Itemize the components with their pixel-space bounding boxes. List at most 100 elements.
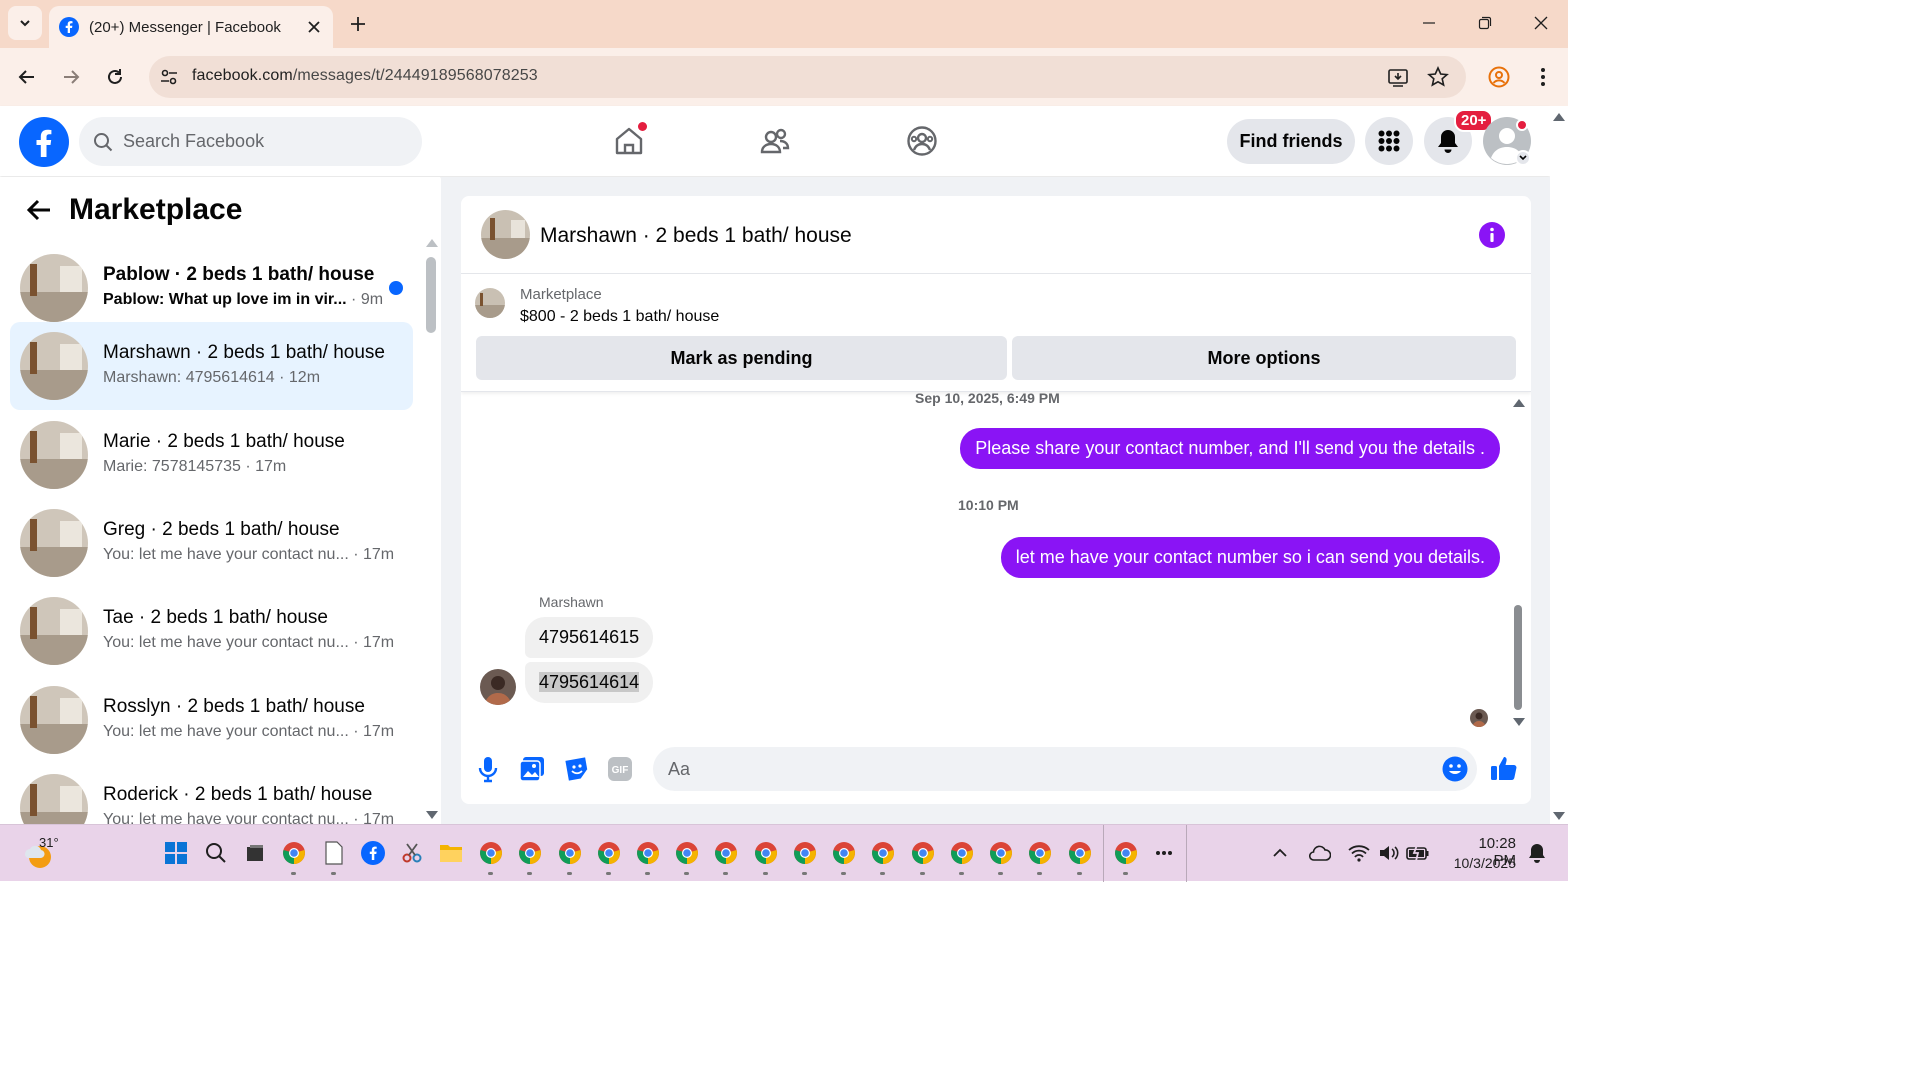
messages-scrollbar[interactable] <box>1514 605 1522 710</box>
weather-widget[interactable]: 31° <box>22 835 82 873</box>
emoji-icon[interactable] <box>1442 756 1468 782</box>
nav-groups[interactable] <box>893 118 951 164</box>
volume-button[interactable] <box>1375 839 1403 867</box>
notifications-button[interactable]: 20+ <box>1424 109 1494 165</box>
taskbar-file-app-button[interactable] <box>320 839 348 875</box>
listing-price-title[interactable]: $800 - 2 beds 1 bath/ house <box>520 308 719 326</box>
mark-as-pending-button[interactable]: Mark as pending <box>476 336 1007 380</box>
sidebar-scroll-up-arrow[interactable] <box>426 239 438 247</box>
forward-button[interactable] <box>56 62 86 92</box>
close-window-button[interactable] <box>1526 8 1556 38</box>
sender-avatar[interactable] <box>480 669 516 705</box>
taskbar-chrome-window-button[interactable] <box>634 839 662 875</box>
microphone-icon[interactable] <box>478 755 498 783</box>
messages-scroll-down-arrow[interactable] <box>1513 718 1525 726</box>
facebook-logo-icon[interactable] <box>19 117 69 167</box>
taskbar-chrome-window-button[interactable] <box>516 839 544 875</box>
task-view-icon <box>247 845 263 861</box>
find-friends-button[interactable]: Find friends <box>1227 119 1355 164</box>
chrome-icon <box>675 841 699 865</box>
conversation-row[interactable]: Marshawn · 2 beds 1 bath/ house Marshawn:… <box>10 322 413 410</box>
taskbar-chrome-window-button[interactable] <box>791 839 819 875</box>
reload-button[interactable] <box>100 62 130 92</box>
menu-button[interactable] <box>1365 117 1413 165</box>
chat-title[interactable]: Marshawn · 2 beds 1 bath/ house <box>540 224 852 248</box>
task-view-button[interactable] <box>241 839 269 867</box>
listing-thumbnail[interactable] <box>475 288 505 318</box>
listing-avatar <box>20 774 88 824</box>
taskbar-snipping-tool-button[interactable] <box>398 839 426 867</box>
messages-scroll-up-arrow[interactable] <box>1513 399 1525 407</box>
message-input[interactable]: Aa <box>653 747 1477 791</box>
page-scrollbar[interactable] <box>1550 106 1568 824</box>
sidebar-scroll-down-arrow[interactable] <box>426 811 438 819</box>
taskbar-chrome-window-button[interactable] <box>595 839 623 875</box>
battery-button[interactable] <box>1404 839 1432 867</box>
conversation-row[interactable]: Roderick · 2 beds 1 bath/ house You: let … <box>10 764 413 824</box>
back-button[interactable] <box>12 62 42 92</box>
taskbar-chrome-window-button[interactable] <box>948 839 976 875</box>
browser-tab-messenger[interactable]: (20+) Messenger | Facebook <box>49 6 333 48</box>
taskbar-file-explorer-button[interactable] <box>437 839 465 867</box>
info-icon[interactable] <box>1479 222 1505 248</box>
like-thumbs-up-icon[interactable] <box>1490 754 1518 782</box>
profile-button[interactable] <box>1484 62 1514 92</box>
taskbar-chrome-app-button[interactable] <box>280 839 308 875</box>
taskbar-chrome-window-button[interactable] <box>712 839 740 875</box>
search-bar[interactable]: Search Facebook <box>79 117 422 166</box>
photo-icon[interactable] <box>519 756 545 782</box>
taskbar-chrome-window-button[interactable] <box>752 839 780 875</box>
onedrive-button[interactable] <box>1306 839 1334 867</box>
install-app-icon[interactable] <box>1387 66 1409 88</box>
bookmark-star-icon[interactable] <box>1427 66 1449 88</box>
sidebar-scrollbar[interactable] <box>426 257 436 333</box>
taskbar-chrome-window-button[interactable] <box>830 839 858 875</box>
taskbar-chrome-window-button[interactable] <box>909 839 937 875</box>
taskbar-more-button[interactable] <box>1150 839 1178 867</box>
taskbar-chrome-window-button[interactable] <box>556 839 584 875</box>
received-message-bubble[interactable]: 4795614614 <box>525 662 654 703</box>
chat-avatar[interactable] <box>481 210 530 259</box>
new-tab-button[interactable] <box>344 10 372 38</box>
taskbar-chrome-window-button[interactable] <box>1112 839 1140 875</box>
sent-message-bubble[interactable]: Please share your contact number, and I'… <box>960 428 1500 469</box>
page-scroll-up-arrow[interactable] <box>1553 113 1565 121</box>
restore-button[interactable] <box>1470 8 1500 38</box>
sent-message-bubble[interactable]: let me have your contact number so i can… <box>1000 537 1500 578</box>
nav-home[interactable] <box>600 118 658 164</box>
page-scroll-down-arrow[interactable] <box>1553 812 1565 820</box>
taskbar-chrome-window-button[interactable] <box>673 839 701 875</box>
tab-search-button[interactable] <box>8 6 42 40</box>
notification-center-button[interactable] <box>1523 839 1551 867</box>
clock-date[interactable]: 10/3/2025 <box>1446 855 1516 871</box>
sticker-icon[interactable] <box>564 756 590 782</box>
account-avatar-button[interactable] <box>1483 117 1533 167</box>
wifi-button[interactable] <box>1345 839 1373 867</box>
conversation-row[interactable]: Marie · 2 beds 1 bath/ house Marie: 75781… <box>10 411 413 499</box>
gif-icon[interactable]: GIF <box>608 757 632 781</box>
taskbar-facebook-app-button[interactable] <box>359 839 387 867</box>
taskbar-chrome-window-button[interactable] <box>1026 839 1054 875</box>
back-arrow-icon[interactable] <box>26 198 52 222</box>
taskbar-chrome-window-button[interactable] <box>987 839 1015 875</box>
close-tab-icon[interactable] <box>307 20 321 34</box>
taskbar-search-button[interactable] <box>202 839 230 867</box>
received-message-bubble[interactable]: 4795614615 <box>525 617 654 658</box>
conversation-row[interactable]: Rosslyn · 2 beds 1 bath/ house You: let m… <box>10 676 413 764</box>
speaker-icon <box>1380 846 1399 860</box>
taskbar-chrome-window-button[interactable] <box>477 839 505 875</box>
account-notification-dot <box>1516 119 1528 131</box>
site-info-icon[interactable] <box>159 67 179 87</box>
show-hidden-icons-button[interactable] <box>1266 839 1294 867</box>
address-bar[interactable]: facebook.com/messages/t/2444918956807825… <box>149 56 1466 98</box>
more-options-button[interactable]: More options <box>1012 336 1516 380</box>
conversation-row[interactable]: Pablow · 2 beds 1 bath/ house Pablow: Wha… <box>10 244 413 332</box>
minimize-button[interactable] <box>1414 8 1444 38</box>
conversation-row[interactable]: Greg · 2 beds 1 bath/ house You: let me h… <box>10 499 413 587</box>
nav-friends[interactable] <box>746 118 804 164</box>
taskbar-chrome-window-button[interactable] <box>1066 839 1094 875</box>
browser-menu-button[interactable] <box>1528 62 1558 92</box>
conversation-row[interactable]: Tae · 2 beds 1 bath/ house You: let me ha… <box>10 587 413 675</box>
taskbar-chrome-window-button[interactable] <box>869 839 897 875</box>
start-button[interactable] <box>162 839 190 867</box>
